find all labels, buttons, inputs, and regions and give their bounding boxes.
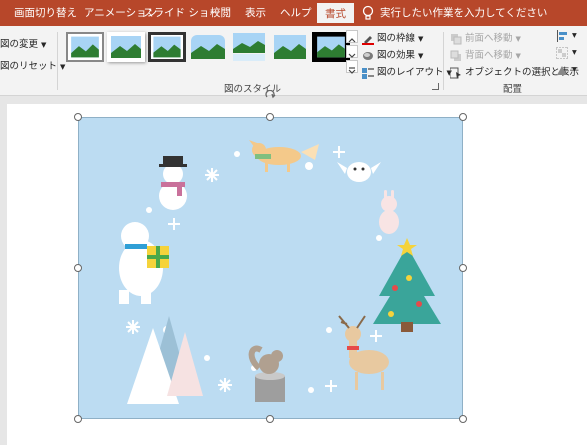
- gallery-down-button[interactable]: [346, 45, 358, 58]
- style-thumb-reflection[interactable]: [230, 32, 268, 62]
- snowman-icon: [159, 156, 187, 210]
- tab-review[interactable]: 校閲: [210, 0, 231, 26]
- ribbon-divider: [443, 32, 444, 90]
- arrange-group-label: 配置: [503, 84, 523, 95]
- style-thumb-rounded[interactable]: [189, 32, 227, 62]
- selection-pane-icon: [449, 67, 461, 79]
- rotate-dropdown[interactable]: ▾: [572, 64, 577, 75]
- picture-layout-button[interactable]: 図のレイアウト ▼: [362, 64, 452, 79]
- selected-picture[interactable]: [78, 117, 463, 419]
- pen-border-icon: [362, 35, 374, 45]
- tab-view[interactable]: 表示: [245, 0, 266, 26]
- style-thumb-thick-frame[interactable]: [148, 32, 186, 62]
- tab-help[interactable]: ヘルプ: [280, 0, 312, 26]
- resize-handle-top-left[interactable]: [74, 113, 82, 121]
- ribbon-tab-bar: 画面切り替え アニメーション スライド ショー 校閲 表示 ヘルプ 書式 実行し…: [0, 0, 587, 26]
- align-dropdown[interactable]: ▾: [572, 30, 577, 41]
- ribbon-divider: [57, 32, 58, 90]
- rabbit-icon: [379, 190, 399, 234]
- picture-styles-gallery: [59, 30, 350, 70]
- tab-slide-show[interactable]: スライド ショー: [143, 0, 220, 26]
- resize-handle-bottom-left[interactable]: [74, 415, 82, 423]
- gift-icon: [147, 246, 169, 268]
- style-thumb-black-frame[interactable]: [312, 32, 350, 62]
- resize-handle-bottom-right[interactable]: [459, 415, 467, 423]
- group-dropdown[interactable]: ▾: [572, 47, 577, 58]
- resize-handle-left[interactable]: [74, 264, 82, 272]
- style-thumb-oval[interactable]: [271, 32, 309, 62]
- reindeer-icon: [338, 315, 389, 390]
- winter-wreath-illustration: [119, 140, 441, 404]
- rotation-handle-icon[interactable]: [264, 90, 276, 102]
- tell-me-search[interactable]: 実行したい作業を入力してください: [380, 0, 547, 26]
- rotate-icon[interactable]: [556, 64, 568, 76]
- lightbulb-icon: [362, 5, 374, 20]
- resize-handle-right[interactable]: [459, 264, 467, 272]
- tab-transitions[interactable]: 画面切り替え: [14, 0, 77, 26]
- picture-effects-button[interactable]: 図の効果 ▼: [362, 47, 423, 62]
- send-backward-icon: [450, 50, 461, 61]
- christmas-tree-icon: [373, 238, 441, 332]
- resize-handle-top-right[interactable]: [459, 113, 467, 121]
- resize-handle-top[interactable]: [266, 113, 274, 121]
- gallery-more-button[interactable]: [346, 60, 358, 74]
- picture-styles-launcher-icon[interactable]: [432, 83, 439, 90]
- style-thumb-soft-edge[interactable]: [107, 32, 145, 62]
- send-backward-button[interactable]: 背面へ移動 ▼: [450, 47, 521, 62]
- gallery-up-button[interactable]: [346, 30, 358, 43]
- resize-handle-bottom[interactable]: [266, 415, 274, 423]
- group-icon[interactable]: [556, 47, 568, 59]
- expand-icon: [348, 67, 356, 74]
- effects-icon: [363, 51, 373, 60]
- picture-border-button[interactable]: 図の枠線 ▼: [362, 30, 423, 45]
- picture-layout-icon: [362, 67, 374, 79]
- squirrel-icon: [248, 345, 285, 402]
- powerpoint-window: 画面切り替え アニメーション スライド ショー 校閲 表示 ヘルプ 書式 実行し…: [0, 0, 587, 445]
- align-icon[interactable]: [556, 30, 568, 42]
- bring-forward-icon: [451, 33, 462, 44]
- reset-picture-button[interactable]: 図のリセット ▼: [0, 58, 65, 72]
- gallery-scroll: [346, 30, 358, 74]
- bring-forward-button[interactable]: 前面へ移動 ▼: [450, 30, 521, 45]
- tab-format[interactable]: 書式: [317, 3, 354, 26]
- owl-icon: [337, 162, 381, 182]
- change-picture-button[interactable]: 図の変更 ▼: [0, 36, 46, 50]
- style-thumb-simple-frame[interactable]: [66, 32, 104, 62]
